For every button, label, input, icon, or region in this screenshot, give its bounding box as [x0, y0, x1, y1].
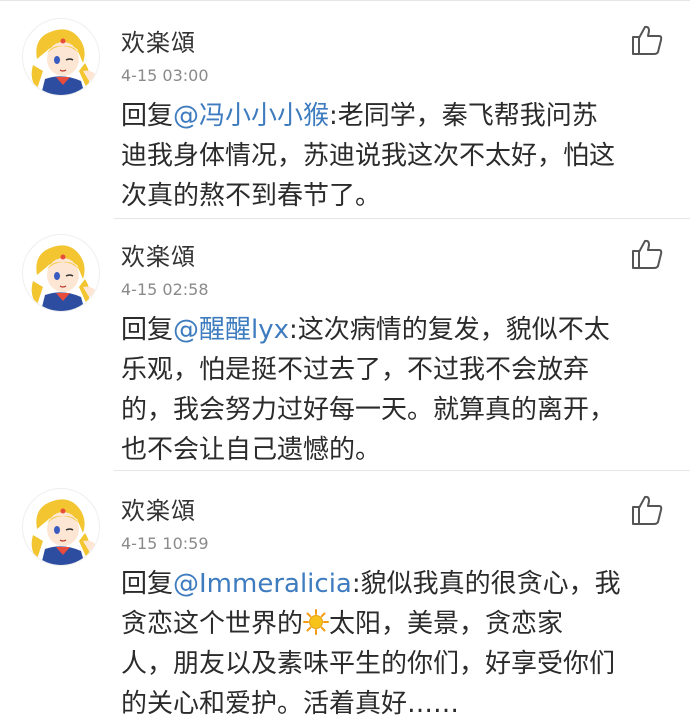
comment-text-segment: :老同学，秦飞帮我问苏: [329, 101, 598, 131]
mention-link[interactable]: @Immeralicia: [173, 569, 352, 599]
like-button[interactable]: [630, 24, 664, 56]
comment-text-segment: :这次病情的复发，貌似不太: [289, 315, 610, 345]
comment-line: 乐观，怕是挺不过去了，不过我不会放弃: [121, 355, 590, 385]
comment-text-segment: 贪恋这个世界的: [121, 609, 304, 639]
comment-line: 的关心和爱护。活着真好……: [121, 689, 460, 719]
timestamp: 4-15 03:00: [121, 66, 209, 85]
comment-line: 回复@冯小小小猴:老同学，秦飞帮我问苏: [121, 96, 661, 136]
thumbs-up-icon: [632, 239, 663, 269]
thumbs-up-icon: [632, 25, 663, 55]
timestamp: 4-15 02:58: [121, 280, 209, 299]
mention-link[interactable]: @醒醒lyx: [173, 315, 289, 345]
sailor-moon-avatar-icon: [23, 235, 99, 311]
timestamp: 4-15 10:59: [121, 534, 209, 553]
comment-text-segment: 太阳，美景，贪恋家: [329, 609, 564, 639]
thumbs-up-icon: [632, 495, 663, 525]
reply-prefix: 回复: [121, 315, 174, 345]
comment-divider: [114, 218, 690, 219]
mention-link[interactable]: @冯小小小猴: [173, 101, 329, 131]
top-divider: [0, 0, 690, 1]
user-avatar[interactable]: [22, 488, 100, 566]
comment-text: 回复@Immeralicia:貌似我真的很贪心，我 贪恋这个世界的 太阳，美景，…: [121, 564, 661, 724]
comment-divider: [114, 470, 690, 471]
comment-line: 回复@醒醒lyx:这次病情的复发，貌似不太: [121, 310, 661, 350]
comment-text: 回复@醒醒lyx:这次病情的复发，貌似不太 乐观，怕是挺不过去了，不过我不会放弃…: [121, 310, 661, 470]
username[interactable]: 欢楽頌: [121, 491, 196, 526]
comment-line: 的，我会努力过好每一天。就算真的离开，: [121, 395, 616, 425]
user-avatar[interactable]: [22, 234, 100, 312]
reply-prefix: 回复: [121, 101, 174, 131]
sailor-moon-avatar-icon: [23, 489, 99, 565]
reply-prefix: 回复: [121, 569, 174, 599]
comment-line: 回复@Immeralicia:貌似我真的很贪心，我: [121, 564, 661, 604]
comment-line: 次真的熬不到春节了。: [121, 181, 382, 211]
comment-line: 贪恋这个世界的 太阳，美景，贪恋家: [121, 604, 661, 644]
user-avatar[interactable]: [22, 18, 100, 96]
username[interactable]: 欢楽頌: [121, 23, 196, 58]
sailor-moon-avatar-icon: [23, 19, 99, 95]
like-button[interactable]: [630, 238, 664, 270]
comment-text-segment: :貌似我真的很贪心，我: [351, 569, 621, 599]
comment-line: 也不会让自己遗憾的。: [121, 435, 382, 465]
comment-line: 迪我身体情况，苏迪说我这次不太好，怕这: [121, 141, 616, 171]
comment-line: 人，朋友以及素味平生的你们，好享受你们: [121, 649, 616, 679]
username[interactable]: 欢楽頌: [121, 237, 196, 272]
like-button[interactable]: [630, 494, 664, 526]
comment-text: 回复@冯小小小猴:老同学，秦飞帮我问苏 迪我身体情况，苏迪说我这次不太好，怕这 …: [121, 96, 661, 216]
sun-emoji-icon: [303, 609, 330, 635]
